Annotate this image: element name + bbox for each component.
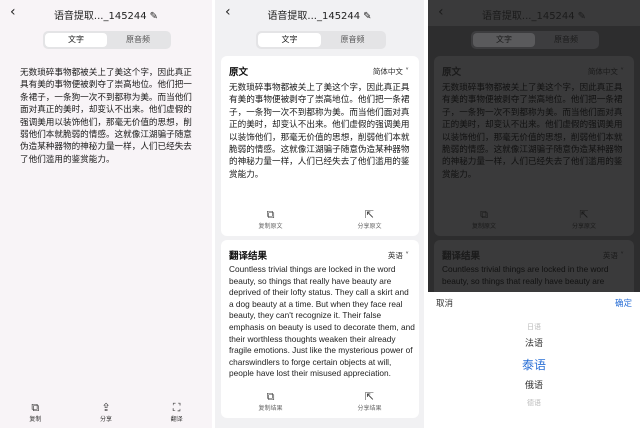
language-picker-sheet: 取消 确定 日语 法语 泰语 俄语 德语	[428, 292, 640, 428]
translation-language-select[interactable]: 英语 ˅	[388, 250, 409, 261]
original-language-select[interactable]: 简体中文 ˅	[373, 66, 409, 77]
translation-card: 翻译结果 英语 ˅ Countless trivial things are l…	[221, 240, 419, 418]
language-option-selected[interactable]: 泰语	[428, 354, 640, 376]
language-option[interactable]: 俄语	[428, 376, 640, 396]
translate-button[interactable]: ⛶ 翻译	[171, 401, 183, 423]
page-title: 语音提取..._145244 ✎	[0, 7, 212, 22]
translation-heading: 翻译结果	[229, 251, 268, 262]
share-original-label: 分享原文	[571, 223, 596, 230]
screen-language-picker: ‹ 语音提取..._145244 ✎ 文字 原音频 原文 简体中文 ˅ 无数琐碎事…	[428, 0, 640, 428]
copy-original-label: 复制原文	[471, 223, 496, 230]
title-text: 语音提取..._145244	[53, 11, 147, 22]
share-button[interactable]: ⇪ 分享	[100, 401, 112, 423]
translation-language-select[interactable]: 英语 ˅	[603, 250, 624, 261]
translate-label: 翻译	[170, 416, 183, 423]
original-text: 无数琐碎事物都被关上了美这个字，因此真正具有美的事物便被剥夺了崇高地位。他们把一…	[229, 83, 410, 180]
language-wheel[interactable]: 日语 法语 泰语 俄语 德语	[428, 320, 640, 410]
share-icon: ⇪	[101, 401, 111, 414]
share-icon: ⇱	[364, 208, 375, 221]
original-language-select[interactable]: 简体中文 ˅	[588, 66, 624, 77]
original-text: 无数琐碎事物都被关上了美这个字，因此真正具有美的事物便被剥夺了崇高地位。他们把一…	[20, 68, 192, 165]
top-bar: ‹ 语音提取..._145244 ✎	[0, 0, 212, 26]
tab-audio[interactable]: 原音频	[321, 33, 384, 47]
view-switch: 文字 原音频	[256, 31, 386, 49]
copy-result-button[interactable]: ⧉ 复制结果	[258, 390, 282, 412]
tab-text[interactable]: 文字	[258, 33, 321, 47]
original-card: 原文 简体中文 ˅ 无数琐碎事物都被关上了美这个字，因此真正具有美的事物便被剥夺…	[434, 56, 634, 236]
language-option[interactable]: 德语	[428, 396, 640, 410]
translation-text: Countless trivial things are locked in t…	[442, 264, 629, 288]
title-text: 语音提取..._145244	[267, 11, 361, 22]
screen-translation: ‹ 语音提取..._145244 ✎ 文字 原音频 原文 简体中文 ˅ 无数琐碎事…	[215, 0, 424, 428]
bottom-toolbar: ⧉ 复制 ⇪ 分享 ⛶ 翻译	[0, 396, 212, 428]
copy-icon: ⧉	[266, 208, 275, 221]
original-actions: ⧉ 复制原文 ⇱ 分享原文	[221, 208, 419, 230]
share-original-button[interactable]: ⇱ 分享原文	[572, 208, 596, 230]
copy-icon: ⧉	[266, 390, 275, 403]
share-icon: ⇱	[579, 208, 589, 221]
share-original-button[interactable]: ⇱ 分享原文	[357, 208, 381, 230]
share-label: 分享	[99, 416, 112, 423]
original-text: 无数琐碎事物都被关上了美这个字，因此真正具有美的事物便被剥夺了崇高地位。他们把一…	[442, 83, 623, 180]
language-option[interactable]: 法语	[428, 334, 640, 354]
translation-actions: ⧉ 复制结果 ⇱ 分享结果	[221, 390, 419, 412]
translation-card: 翻译结果 英语 ˅ Countless trivial things are l…	[434, 240, 634, 300]
copy-button[interactable]: ⧉ 复制	[29, 401, 41, 423]
view-switch: 文字 原音频	[471, 31, 599, 49]
copy-original-button[interactable]: ⧉ 复制原文	[258, 208, 282, 230]
scan-icon: ⛶	[172, 401, 181, 414]
page-title: 语音提取..._145244 ✎	[215, 7, 424, 22]
top-bar: ‹ 语音提取..._145244 ✎	[428, 0, 640, 26]
copy-icon: ⧉	[480, 208, 488, 221]
tab-text[interactable]: 文字	[45, 33, 107, 47]
edit-icon[interactable]: ✎	[578, 11, 586, 22]
top-bar: ‹ 语音提取..._145244 ✎	[215, 0, 424, 26]
title-text: 语音提取..._145244	[481, 11, 575, 22]
edit-icon[interactable]: ✎	[363, 11, 371, 22]
original-card: 原文 简体中文 ˅ 无数琐碎事物都被关上了美这个字，因此真正具有美的事物便被剥夺…	[221, 56, 419, 236]
cancel-button[interactable]: 取消	[436, 297, 453, 309]
share-result-label: 分享结果	[357, 405, 382, 412]
original-heading: 原文	[229, 67, 249, 78]
view-switch: 文字 原音频	[43, 31, 171, 49]
picker-header: 取消 确定	[428, 292, 640, 312]
edit-icon[interactable]: ✎	[150, 11, 158, 22]
tab-audio[interactable]: 原音频	[535, 33, 597, 47]
share-icon: ⇱	[364, 390, 375, 403]
translation-heading: 翻译结果	[442, 251, 481, 262]
tab-audio[interactable]: 原音频	[107, 33, 169, 47]
original-actions: ⧉ 复制原文 ⇱ 分享原文	[434, 208, 634, 230]
page-title: 语音提取..._145244 ✎	[428, 7, 640, 22]
share-original-label: 分享原文	[357, 223, 382, 230]
tab-text[interactable]: 文字	[473, 33, 535, 47]
copy-icon: ⧉	[31, 401, 40, 414]
copy-result-label: 复制结果	[258, 405, 283, 412]
translation-text: Countless trivial things are locked in t…	[229, 264, 415, 379]
language-option[interactable]: 日语	[428, 320, 640, 334]
share-result-button[interactable]: ⇱ 分享结果	[357, 390, 381, 412]
confirm-button[interactable]: 确定	[615, 297, 632, 309]
screen-original-text: ‹ 语音提取..._145244 ✎ 文字 原音频 无数琐碎事物都被关上了美这个字…	[0, 0, 212, 428]
copy-original-label: 复制原文	[258, 223, 283, 230]
copy-label: 复制	[29, 416, 42, 423]
copy-original-button[interactable]: ⧉ 复制原文	[472, 208, 496, 230]
original-heading: 原文	[442, 67, 462, 78]
